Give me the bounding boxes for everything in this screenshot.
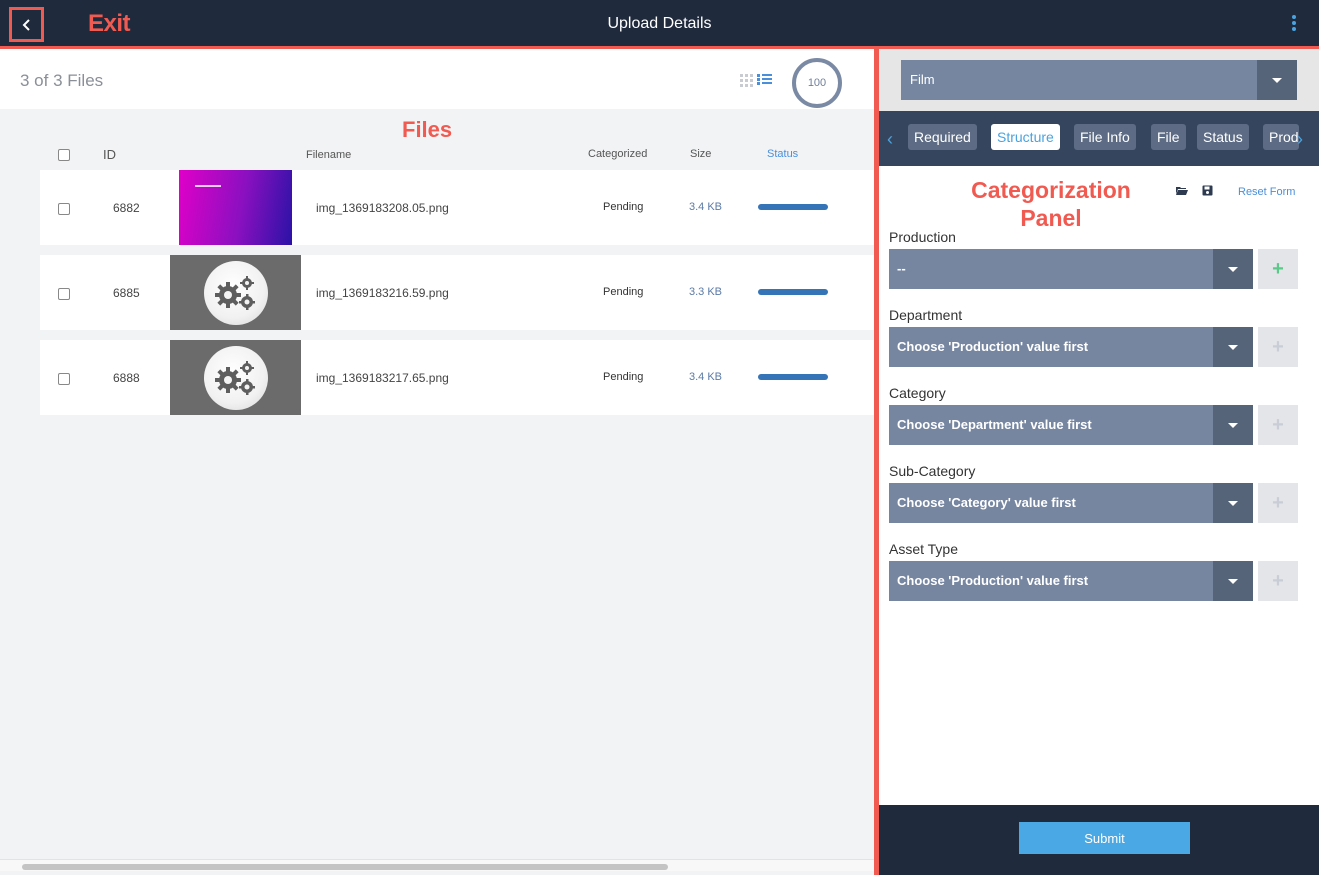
row-categorized: Pending: [603, 201, 644, 213]
select-all-checkbox[interactable]: [58, 149, 70, 161]
sub-category-value: Choose 'Category' value first: [897, 495, 1076, 510]
row-checkbox[interactable]: [58, 373, 70, 385]
add-sub-category-button[interactable]: +: [1258, 483, 1298, 523]
tab-file[interactable]: File: [1151, 124, 1186, 150]
row-status-bar: [758, 289, 828, 295]
tab-file-info[interactable]: File Info: [1074, 124, 1136, 150]
row-id: 6885: [113, 286, 140, 300]
tab-structure[interactable]: Structure: [991, 124, 1060, 150]
row-status-bar: [758, 374, 828, 380]
submit-button[interactable]: Submit: [1019, 822, 1190, 854]
files-annotation: Files: [402, 117, 453, 142]
row-filename: img_1369183216.59.png: [316, 286, 449, 300]
panel-footer: Submit: [879, 805, 1319, 875]
column-header-categorized[interactable]: Categorized: [588, 148, 647, 160]
row-filename: img_1369183208.05.png: [316, 201, 449, 215]
top-bar: Exit Upload Details: [0, 0, 1319, 46]
gears-icon: [214, 360, 255, 395]
column-header-id[interactable]: ID: [103, 147, 116, 162]
chevron-down-icon: [1213, 405, 1253, 445]
production-select[interactable]: --: [889, 249, 1253, 289]
asset-type-value: Choose 'Production' value first: [897, 573, 1089, 588]
add-production-button[interactable]: +: [1258, 249, 1298, 289]
chevron-down-icon: [1257, 60, 1297, 100]
film-select-band: Film: [879, 49, 1319, 111]
column-header-size[interactable]: Size: [690, 148, 711, 160]
sub-category-select[interactable]: Choose 'Category' value first: [889, 483, 1253, 523]
upload-progress-ring: 100: [792, 58, 842, 108]
film-type-select[interactable]: Film: [901, 60, 1297, 100]
department-value: Choose 'Production' value first: [897, 339, 1089, 354]
chevron-down-icon: [1213, 249, 1253, 289]
files-pane: 3 of 3 Files 100 Files ID Filename Categ…: [0, 49, 874, 875]
row-checkbox[interactable]: [58, 203, 70, 215]
add-asset-type-button[interactable]: +: [1258, 561, 1298, 601]
row-categorized: Pending: [603, 371, 644, 383]
sub-category-label: Sub-Category: [889, 463, 976, 479]
add-category-button[interactable]: +: [1258, 405, 1298, 445]
chevron-down-icon: [1213, 327, 1253, 367]
production-value: --: [897, 261, 906, 276]
chevron-down-icon: [1213, 483, 1253, 523]
asset-type-label: Asset Type: [889, 541, 959, 557]
save-icon[interactable]: [1202, 185, 1213, 196]
tab-status[interactable]: Status: [1197, 124, 1249, 150]
gears-icon: [214, 275, 255, 310]
row-id: 6888: [113, 371, 140, 385]
department-select[interactable]: Choose 'Production' value first: [889, 327, 1253, 367]
grid-view-icon[interactable]: [740, 74, 753, 87]
column-header-filename[interactable]: Filename: [306, 149, 351, 161]
list-view-icon[interactable]: [757, 73, 773, 85]
row-status-bar: [758, 204, 828, 210]
asset-type-select[interactable]: Choose 'Production' value first: [889, 561, 1253, 601]
tab-required[interactable]: Required: [908, 124, 977, 150]
table-row[interactable]: 6885 img_1369183216.59.png Pending 3.3 K…: [40, 255, 874, 330]
reset-form-link[interactable]: Reset Form: [1238, 186, 1295, 198]
thumbnail-image[interactable]: [179, 170, 292, 245]
thumbnail-image[interactable]: [170, 340, 301, 415]
more-menu-icon[interactable]: [1291, 15, 1297, 31]
annotation-line-2: Panel: [1020, 205, 1082, 231]
tabs-next-icon[interactable]: ›: [1297, 129, 1303, 150]
tab-prod[interactable]: Prod: [1263, 124, 1299, 150]
categorization-annotation: Categorization Panel: [879, 176, 1223, 232]
column-header-status[interactable]: Status: [767, 148, 798, 160]
horizontal-scrollbar[interactable]: [0, 859, 874, 871]
row-filename: img_1369183217.65.png: [316, 371, 449, 385]
thumbnail-image[interactable]: [170, 255, 301, 330]
production-label: Production: [889, 229, 956, 245]
row-size: 3.4 KB: [689, 371, 723, 383]
row-categorized: Pending: [603, 286, 644, 298]
page-title: Upload Details: [607, 15, 712, 32]
category-select[interactable]: Choose 'Department' value first: [889, 405, 1253, 445]
chevron-down-icon: [1213, 561, 1253, 601]
row-id: 6882: [113, 201, 140, 215]
row-size: 3.3 KB: [689, 286, 723, 298]
annotation-line-1: Categorization: [971, 177, 1131, 203]
tabs-prev-icon[interactable]: ‹: [887, 129, 893, 150]
category-value: Choose 'Department' value first: [897, 417, 1092, 432]
panel-tabs: ‹ Required Structure File Info File Stat…: [879, 111, 1319, 166]
category-label: Category: [889, 385, 946, 401]
row-size: 3.4 KB: [689, 201, 723, 213]
folder-open-icon[interactable]: [1175, 185, 1189, 196]
files-header: 3 of 3 Files 100: [0, 49, 874, 109]
table-row[interactable]: 6882 img_1369183208.05.png Pending 3.4 K…: [40, 170, 874, 245]
row-checkbox[interactable]: [58, 288, 70, 300]
department-label: Department: [889, 307, 963, 323]
add-department-button[interactable]: +: [1258, 327, 1298, 367]
film-type-value: Film: [910, 72, 935, 87]
categorization-panel: Film ‹ Required Structure File Info File…: [879, 49, 1319, 875]
scrollbar-thumb[interactable]: [22, 864, 668, 870]
table-row[interactable]: 6888 img_1369183217.65.png Pending 3.4 K…: [40, 340, 874, 415]
file-count: 3 of 3 Files: [20, 71, 104, 90]
